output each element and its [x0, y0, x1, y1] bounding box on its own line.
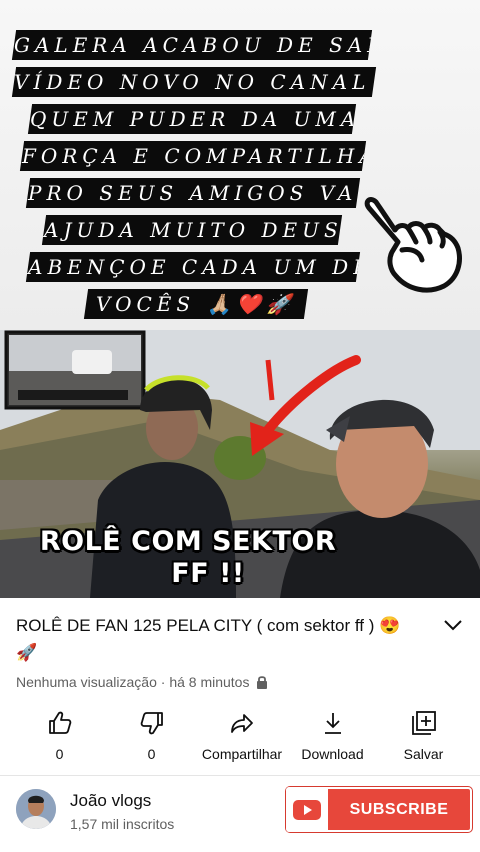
- lock-icon: [257, 676, 268, 689]
- download-label: Download: [301, 746, 364, 762]
- upload-time: há 8 minutos: [169, 674, 250, 690]
- thumbs-up-icon: [48, 711, 71, 734]
- caption-line: PRO SEUS AMIGOS VAI: [25, 178, 361, 208]
- caption-line: VOCÊS 🙏🏼❤️🚀: [83, 289, 309, 319]
- youtube-logo-icon: [286, 787, 328, 832]
- caption-line: ABENÇOE CADA UM DE: [25, 252, 361, 282]
- download-button[interactable]: Download: [287, 706, 378, 762]
- view-count: Nenhuma visualização: [16, 674, 157, 690]
- share-button[interactable]: Compartilhar: [196, 706, 288, 762]
- subscribe-button[interactable]: SUBSCRIBE: [286, 787, 472, 832]
- video-thumbnail[interactable]: ROLÊ COM SEKTOR FF !!: [0, 330, 480, 598]
- dislike-count: 0: [147, 746, 156, 762]
- share-arrow-icon: [231, 714, 253, 733]
- dislike-button[interactable]: 0: [106, 706, 197, 762]
- thumbnail-overlay-line: ROLÊ COM SEKTOR: [39, 526, 337, 557]
- action-bar: 0 0 Compartilhar Download Salvar: [0, 706, 480, 768]
- chevron-down-icon[interactable]: [442, 617, 464, 633]
- avatar-image: [16, 789, 56, 829]
- caption-area: GALERA ACABOU DE SAI VÍDEO NOVO NO CANAL…: [0, 0, 480, 330]
- like-count: 0: [55, 746, 64, 762]
- thumbnail-overlay-text: ROLÊ COM SEKTOR FF !!: [18, 526, 358, 590]
- pointing-hand-icon: [364, 197, 462, 293]
- caption-line: VÍDEO NOVO NO CANAL ,: [11, 67, 377, 97]
- channel-name[interactable]: João vlogs: [70, 791, 151, 811]
- caption-line: QUEM PUDER DA UMA: [27, 104, 357, 134]
- divider: [0, 775, 480, 776]
- playlist-add-icon: [411, 711, 436, 735]
- meta-separator: ·: [156, 674, 170, 690]
- thumbnail-overlay-line: FF !!: [171, 558, 245, 589]
- video-title[interactable]: ROLÊ DE FAN 125 PELA CITY ( com sektor f…: [16, 612, 416, 666]
- like-button[interactable]: 0: [14, 706, 105, 762]
- download-icon: [324, 713, 341, 734]
- caption-line: AJUDA MUITO DEUS: [41, 215, 343, 245]
- save-button[interactable]: Salvar: [378, 706, 469, 762]
- video-meta: Nenhuma visualização · há 8 minutos: [16, 674, 268, 690]
- save-label: Salvar: [403, 746, 444, 762]
- subscriber-count: 1,57 mil inscritos: [70, 816, 175, 832]
- thumbs-down-icon: [140, 712, 163, 735]
- subscribe-label: SUBSCRIBE: [349, 800, 449, 818]
- caption-line: FORÇA E COMPARTILHA: [19, 141, 367, 171]
- caption-line: GALERA ACABOU DE SAI: [11, 30, 373, 60]
- channel-avatar[interactable]: [16, 789, 56, 829]
- share-label: Compartilhar: [201, 746, 283, 762]
